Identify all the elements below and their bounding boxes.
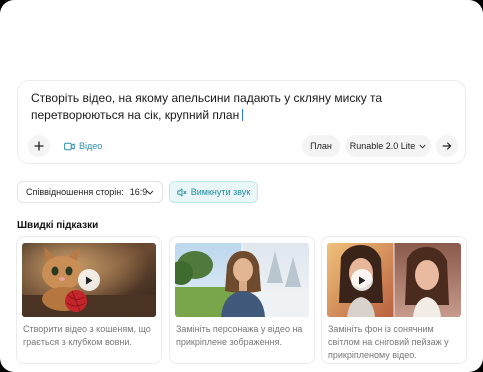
model-label: Runable 2.0 Lite [349, 141, 416, 151]
video-mode-label: Відео [79, 141, 103, 151]
mute-sound-button[interactable]: Вимкнути звук [169, 181, 258, 203]
plus-icon [34, 141, 44, 151]
aspect-ratio-value: 16:9 [129, 187, 148, 197]
background-swap-image [327, 243, 461, 317]
suggestion-text: Створити відео з кошеням, що грається з … [23, 324, 151, 347]
suggestion-thumbnail [22, 243, 156, 317]
play-button[interactable] [231, 269, 253, 291]
chevron-down-icon [146, 190, 154, 195]
prompt-card[interactable]: Створіть відео, на якому апельсини падаю… [17, 80, 466, 164]
video-camera-icon [64, 142, 75, 150]
arrow-right-icon [442, 142, 452, 150]
text-caret [242, 109, 244, 121]
speaker-mute-icon [177, 188, 187, 196]
suggestion-thumbnail [327, 243, 461, 317]
model-select[interactable]: Runable 2.0 Lite [345, 135, 431, 157]
quick-prompts-title: Швидкі підказки [17, 220, 99, 231]
mute-sound-label: Вимкнути звук [190, 187, 251, 197]
aspect-ratio-select[interactable]: Співвідношення сторін: 16:9 [17, 181, 163, 203]
play-icon [86, 276, 93, 284]
aspect-ratio-label: Співвідношення сторін: [26, 187, 124, 197]
prompt-input[interactable]: Створіть відео, на якому апельсини падаю… [31, 90, 456, 124]
suggestion-thumbnail [175, 243, 309, 317]
add-button[interactable] [28, 135, 50, 157]
suggestion-card-replace-character[interactable]: Замініть персонажа у відео на прикріплен… [169, 236, 315, 364]
suggestion-card-kitten[interactable]: Створити відео з кошеням, що грається з … [16, 236, 162, 364]
suggestion-card-replace-background[interactable]: Замініть фон із сонячним світлом на сніг… [321, 236, 467, 364]
video-mode-button[interactable]: Відео [64, 136, 102, 156]
play-icon [359, 276, 366, 284]
play-icon [238, 276, 246, 285]
play-button[interactable] [351, 269, 373, 291]
plan-button[interactable]: План [302, 135, 340, 157]
play-button[interactable] [78, 269, 100, 291]
plan-label: План [310, 141, 332, 151]
suggestion-text: Замініть персонажа у відео на прикріплен… [176, 324, 303, 347]
prompt-text: Створіть відео, на якому апельсини падаю… [31, 91, 383, 122]
suggestion-text: Замініть фон із сонячним світлом на сніг… [328, 324, 449, 360]
chevron-down-icon [419, 144, 426, 149]
page: Створіть відео, на якому апельсини падаю… [0, 0, 483, 372]
send-button[interactable] [436, 135, 458, 157]
